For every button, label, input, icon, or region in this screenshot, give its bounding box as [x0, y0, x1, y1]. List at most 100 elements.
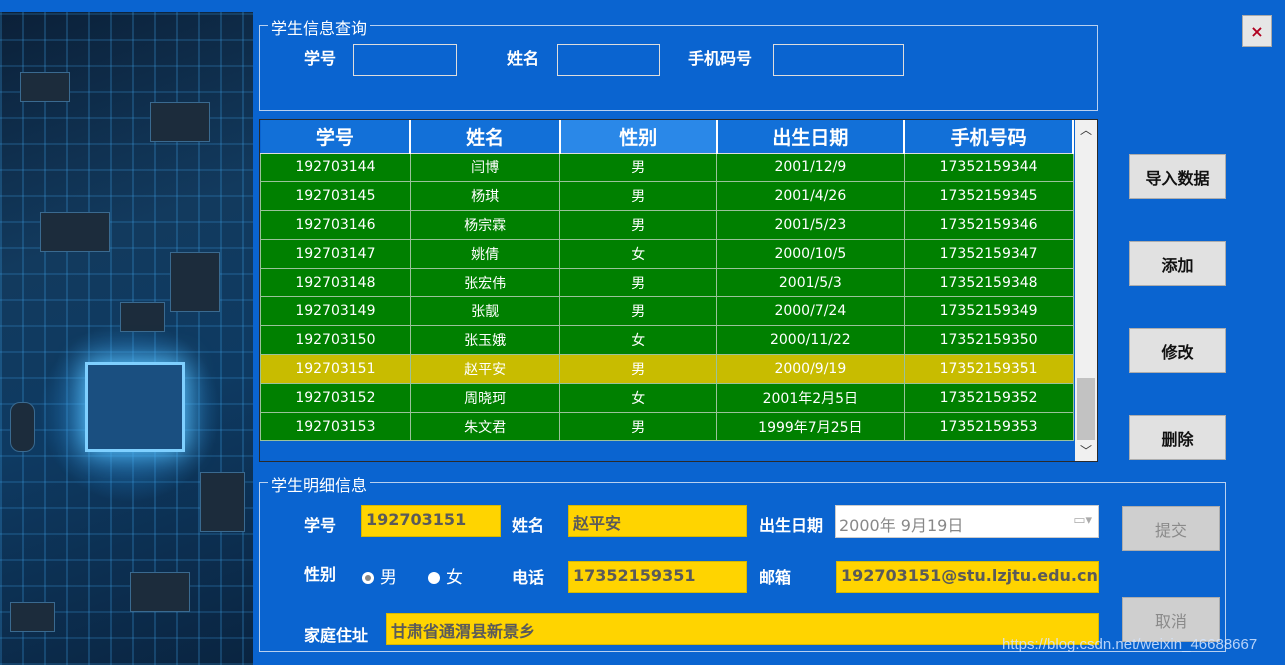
- table-row[interactable]: 192703144 闫博男 2001/12/9 17352159344: [260, 152, 1074, 183]
- table-cell[interactable]: 17352159345: [903, 181, 1074, 212]
- table-cell[interactable]: 192703150: [260, 325, 411, 356]
- detail-name-field[interactable]: 赵平安: [568, 505, 747, 537]
- table-cell[interactable]: 男: [559, 267, 717, 298]
- table-cell[interactable]: 192703151: [260, 354, 411, 384]
- table-cell[interactable]: 1999年7月25日: [716, 411, 905, 442]
- table-cell[interactable]: 男: [559, 354, 717, 384]
- table-cell[interactable]: 2001年2月5日: [716, 382, 905, 413]
- table-cell[interactable]: 赵平安: [409, 354, 561, 384]
- table-cell[interactable]: 192703152: [260, 382, 411, 413]
- circuit-board-image: [0, 12, 253, 665]
- submit-button[interactable]: 提交: [1122, 506, 1220, 551]
- scroll-up-icon[interactable]: ︿: [1075, 120, 1097, 140]
- table-cell[interactable]: 男: [559, 210, 717, 240]
- table-cell[interactable]: 192703147: [260, 238, 411, 269]
- table-cell[interactable]: 朱文君: [409, 411, 561, 442]
- table-cell[interactable]: 姚倩: [409, 238, 561, 269]
- table-cell[interactable]: 2000/10/5: [716, 238, 905, 269]
- detail-birth-label: 出生日期: [759, 516, 824, 535]
- query-phone-input[interactable]: [773, 44, 904, 76]
- table-cell[interactable]: 17352159353: [903, 411, 1074, 442]
- column-header-phone[interactable]: 手机号码: [904, 120, 1074, 154]
- table-cell[interactable]: 17352159350: [903, 325, 1074, 356]
- table-row[interactable]: 192703153 朱文君男 1999年7月25日 17352159353: [260, 411, 1074, 442]
- table-cell[interactable]: 17352159346: [903, 210, 1074, 240]
- birthdate-picker[interactable]: 2000年 9月19日 ▭▾: [835, 505, 1099, 538]
- table-cell[interactable]: 2001/12/9: [716, 152, 905, 183]
- table-cell[interactable]: 17352159349: [903, 296, 1074, 327]
- table-cell[interactable]: 杨宗霖: [409, 210, 561, 240]
- table-cell[interactable]: 17352159344: [903, 152, 1074, 183]
- table-cell[interactable]: 192703146: [260, 210, 411, 240]
- query-name-input[interactable]: [557, 44, 660, 76]
- table-cell[interactable]: 男: [559, 181, 717, 212]
- calendar-dropdown-icon[interactable]: ▭▾: [1073, 513, 1092, 528]
- table-cell[interactable]: 17352159352: [903, 382, 1074, 413]
- column-header-id[interactable]: 学号: [260, 120, 412, 154]
- table-cell[interactable]: 192703153: [260, 411, 411, 442]
- table-row[interactable]: 192703149 张靓男 2000/7/24 17352159349: [260, 296, 1074, 327]
- column-header-birthdate[interactable]: 出生日期: [716, 120, 906, 154]
- scroll-thumb[interactable]: [1077, 378, 1095, 440]
- import-data-button[interactable]: 导入数据: [1129, 154, 1226, 199]
- detail-address-field[interactable]: 甘肃省通渭县新景乡: [386, 613, 1099, 645]
- table-cell[interactable]: 周晓珂: [409, 382, 561, 413]
- table-cell[interactable]: 192703148: [260, 267, 411, 298]
- table-row[interactable]: 192703145 杨琪男 2001/4/26 17352159345: [260, 181, 1074, 212]
- table-cell[interactable]: 女: [559, 238, 717, 269]
- edit-button[interactable]: 修改: [1129, 328, 1226, 373]
- scroll-down-icon[interactable]: ﹀: [1075, 441, 1097, 461]
- table-row[interactable]: 192703150 张玉娥女 2000/11/22 17352159350: [260, 325, 1074, 356]
- table-row[interactable]: 192703146 杨宗霖男 2001/5/23 17352159346: [260, 210, 1074, 240]
- table-cell[interactable]: 张靓: [409, 296, 561, 327]
- table-cell[interactable]: 192703145: [260, 181, 411, 212]
- detail-legend: 学生明细信息: [268, 472, 371, 496]
- table-cell[interactable]: 17352159348: [903, 267, 1074, 298]
- column-header-gender[interactable]: 性别: [559, 120, 718, 154]
- table-cell[interactable]: 2000/9/19: [716, 354, 905, 384]
- grid-scrollbar[interactable]: ︿ ﹀: [1075, 120, 1097, 461]
- table-cell[interactable]: 张宏伟: [409, 267, 561, 298]
- add-button[interactable]: 添加: [1129, 241, 1226, 286]
- student-grid[interactable]: 学号 姓名 性别 出生日期 手机号码 192703144 闫博男 2001/12/9…: [259, 119, 1098, 462]
- detail-email-field[interactable]: 192703151@stu.lzjtu.edu.cn: [836, 561, 1099, 593]
- query-id-input[interactable]: [353, 44, 457, 76]
- watermark-text: https://blog.csdn.net/weixin_46688667: [1002, 636, 1258, 653]
- table-cell[interactable]: 女: [559, 325, 717, 356]
- table-cell[interactable]: 2001/5/3: [716, 267, 905, 298]
- gender-male-label: 男: [380, 568, 397, 588]
- query-legend: 学生信息查询: [268, 15, 371, 39]
- table-cell[interactable]: 男: [559, 296, 717, 327]
- table-cell[interactable]: 闫博: [409, 152, 561, 183]
- table-cell[interactable]: 17352159347: [903, 238, 1074, 269]
- table-cell[interactable]: 2000/11/22: [716, 325, 905, 356]
- table-cell[interactable]: 17352159351: [903, 354, 1074, 384]
- table-row[interactable]: 192703148 张宏伟男 2001/5/3 17352159348: [260, 267, 1074, 298]
- table-cell[interactable]: 192703149: [260, 296, 411, 327]
- table-cell[interactable]: 2000/7/24: [716, 296, 905, 327]
- table-cell[interactable]: 女: [559, 382, 717, 413]
- detail-id-field[interactable]: 192703151: [361, 505, 501, 537]
- table-cell[interactable]: 男: [559, 411, 717, 442]
- table-row[interactable]: 192703152 周晓珂女 2001年2月5日 17352159352: [260, 382, 1074, 413]
- gender-male-radio[interactable]: 男: [362, 563, 397, 588]
- close-button[interactable]: ×: [1242, 15, 1272, 47]
- table-row[interactable]: 192703147 姚倩女 2000/10/5 17352159347: [260, 238, 1074, 269]
- gender-female-label: 女: [446, 568, 463, 588]
- table-cell[interactable]: 192703144: [260, 152, 411, 183]
- radio-selected-icon: [362, 572, 374, 584]
- table-row[interactable]: 192703151 赵平安男 2000/9/19 17352159351: [260, 354, 1074, 384]
- table-cell[interactable]: 张玉娥: [409, 325, 561, 356]
- query-id-label: 学号: [304, 49, 337, 68]
- table-cell[interactable]: 男: [559, 152, 717, 183]
- detail-phone-field[interactable]: 17352159351: [568, 561, 747, 593]
- table-cell[interactable]: 2001/4/26: [716, 181, 905, 212]
- gender-female-radio[interactable]: 女: [428, 563, 463, 588]
- table-cell[interactable]: 2001/5/23: [716, 210, 905, 240]
- detail-gender-label: 性别: [304, 565, 337, 584]
- column-header-name[interactable]: 姓名: [410, 120, 561, 154]
- delete-button[interactable]: 删除: [1129, 415, 1226, 460]
- detail-address-label: 家庭住址: [304, 626, 369, 645]
- table-cell[interactable]: 杨琪: [409, 181, 561, 212]
- cpu-chip-graphic: [85, 362, 185, 452]
